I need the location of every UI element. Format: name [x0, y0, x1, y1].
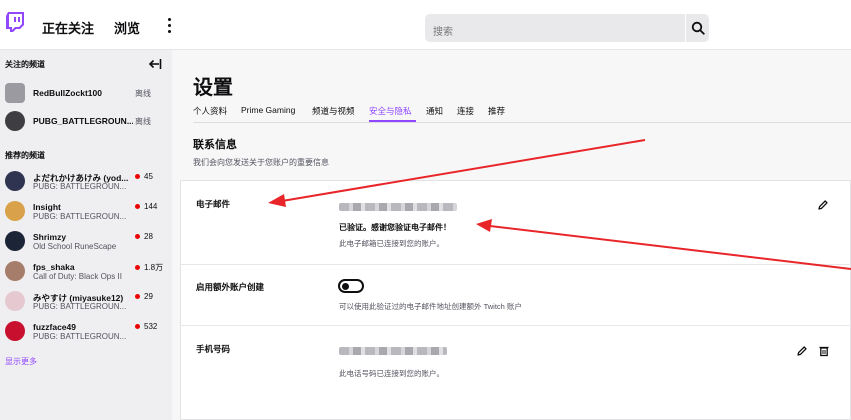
avatar	[5, 83, 25, 103]
phone-note: 此电话号码已连接到您的账户。	[339, 369, 444, 378]
recommended-channel[interactable]: よだれかけあけみ (yod... PUBG: BATTLEGROUN... 45	[0, 168, 172, 198]
recommended-channel[interactable]: Shrimzy Old School RuneScape 28	[0, 228, 172, 258]
avatar	[5, 261, 25, 281]
viewer-count: 45	[135, 172, 153, 181]
contact-info-card	[180, 180, 851, 420]
channel-name: Insight	[33, 202, 61, 212]
avatar	[5, 201, 25, 221]
live-dot-icon	[135, 265, 140, 270]
followed-channel[interactable]: PUBG_BATTLEGROUN... 离线	[0, 108, 172, 138]
tab-prime-gaming[interactable]: Prime Gaming	[241, 105, 295, 115]
row-divider	[181, 325, 851, 326]
channel-game: PUBG: BATTLEGROUN...	[33, 302, 127, 311]
tab-profile[interactable]: 个人资料	[193, 105, 227, 117]
extra-accounts-note: 可以使用此验证过的电子邮件地址创建额外 Twitch 账户	[339, 302, 522, 311]
nav-following[interactable]: 正在关注	[42, 18, 94, 37]
phone-label: 手机号码	[196, 344, 231, 354]
tabs-divider	[193, 122, 851, 123]
top-nav-bar: 正在关注 浏览 搜索	[0, 0, 851, 50]
search-button[interactable]	[685, 14, 709, 42]
channel-name: PUBG_BATTLEGROUN...	[33, 116, 133, 126]
sidebar: 关注的频道 RedBullZockt100 离线 PUBG_BATTLEGROU…	[0, 50, 172, 420]
tab-recommendations[interactable]: 推荐	[488, 105, 505, 117]
tab-channel-videos[interactable]: 频道与视频	[312, 105, 355, 117]
live-dot-icon	[135, 204, 140, 209]
recommended-channels-header: 推荐的频道	[5, 151, 45, 160]
delete-phone-icon[interactable]	[818, 345, 830, 357]
channel-game: Old School RuneScape	[33, 242, 117, 251]
nav-browse[interactable]: 浏览	[114, 18, 140, 37]
recommended-channel[interactable]: fuzzface49 PUBG: BATTLEGROUN... 532	[0, 318, 172, 348]
channel-status: 离线	[135, 117, 151, 126]
tab-notifications[interactable]: 通知	[426, 105, 443, 117]
email-label: 电子邮件	[196, 199, 231, 209]
channel-name: Shrimzy	[33, 232, 67, 242]
channel-name: RedBullZockt100	[33, 88, 102, 98]
avatar	[5, 291, 25, 311]
live-dot-icon	[135, 174, 140, 179]
live-dot-icon	[135, 234, 140, 239]
viewer-count: 1.8万	[135, 262, 163, 273]
row-divider	[181, 264, 851, 265]
email-note: 此电子邮箱已连接到您的账户。	[339, 239, 444, 248]
section-title: 联系信息	[193, 139, 237, 151]
recommended-channel[interactable]: Insight PUBG: BATTLEGROUN... 144	[0, 198, 172, 228]
search-icon	[691, 21, 705, 35]
more-options-icon[interactable]	[162, 16, 176, 34]
recommended-channel[interactable]: みやすけ (miyasuke12) PUBG: BATTLEGROUN... 2…	[0, 288, 172, 318]
viewer-count: 29	[135, 292, 153, 301]
channel-game: PUBG: BATTLEGROUN...	[33, 182, 127, 191]
show-more-link[interactable]: 显示更多	[5, 356, 37, 367]
channel-status: 离线	[135, 89, 151, 98]
recommended-channel[interactable]: fps_shaka Call of Duty: Black Ops II 1.8…	[0, 258, 172, 288]
edit-phone-icon[interactable]	[796, 345, 808, 357]
channel-game: PUBG: BATTLEGROUN...	[33, 212, 127, 221]
collapse-sidebar-icon[interactable]	[148, 58, 162, 70]
avatar	[5, 111, 25, 131]
viewer-count: 144	[135, 202, 157, 211]
channel-game: Call of Duty: Black Ops II	[33, 272, 122, 281]
followed-channel[interactable]: RedBullZockt100 离线	[0, 80, 172, 110]
avatar	[5, 171, 25, 191]
page-title: 设置	[193, 77, 233, 99]
avatar	[5, 231, 25, 251]
avatar	[5, 321, 25, 341]
toggle-knob	[342, 283, 349, 290]
section-subtitle: 我们会向您发送关于您账户的重要信息	[193, 158, 329, 167]
channel-name: fuzzface49	[33, 322, 76, 332]
email-verified-text: 已验证。感谢您验证电子邮件！	[339, 223, 451, 232]
followed-channels-header: 关注的频道	[5, 60, 45, 69]
live-dot-icon	[135, 294, 140, 299]
extra-accounts-toggle[interactable]	[338, 279, 364, 293]
twitch-logo-icon[interactable]	[6, 12, 24, 32]
viewer-count: 532	[135, 322, 157, 331]
tab-connections[interactable]: 连接	[457, 105, 474, 117]
live-dot-icon	[135, 324, 140, 329]
search-input[interactable]: 搜索	[425, 14, 685, 42]
phone-value-redacted	[339, 347, 447, 355]
edit-email-icon[interactable]	[817, 199, 829, 211]
channel-game: PUBG: BATTLEGROUN...	[33, 332, 127, 341]
email-value-redacted	[339, 203, 457, 211]
channel-name: fps_shaka	[33, 262, 75, 272]
tab-security-privacy[interactable]: 安全与隐私	[369, 105, 412, 117]
viewer-count: 28	[135, 232, 153, 241]
extra-accounts-label: 启用额外账户创建	[196, 282, 265, 292]
